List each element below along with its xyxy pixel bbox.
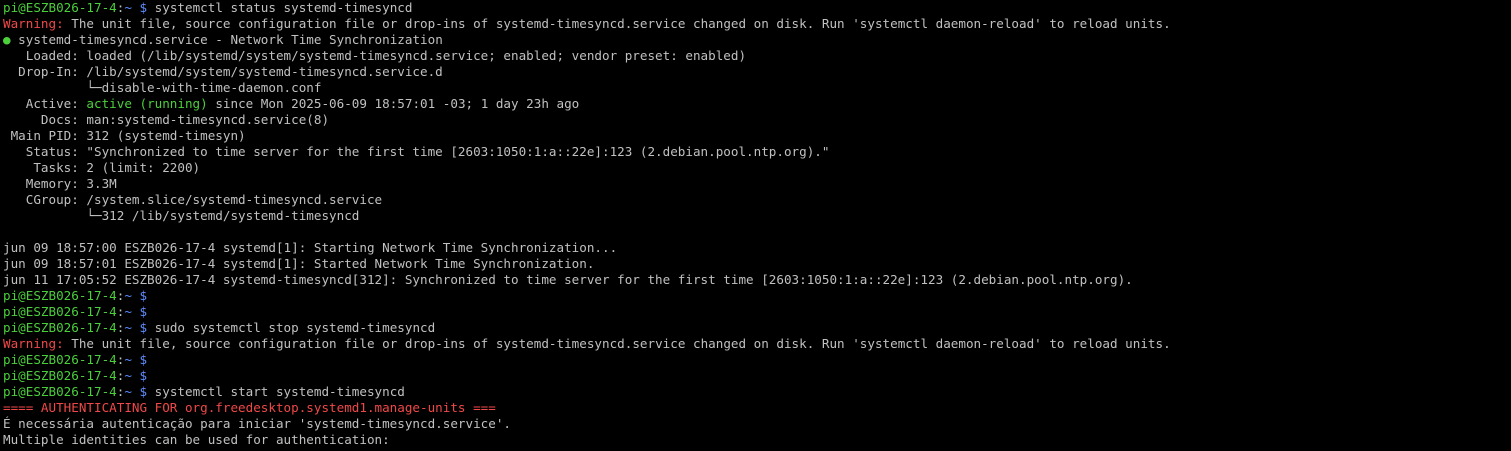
terminal-line: └─312 /lib/systemd/systemd-timesyncd xyxy=(3,208,1511,224)
terminal-line: Docs: man:systemd-timesyncd.service(8) xyxy=(3,112,1511,128)
status-dot-icon: ● xyxy=(3,32,11,47)
output-text: Tasks: 2 (limit: 2200) xyxy=(3,160,201,175)
prompt-path: ~ $ xyxy=(124,0,148,15)
prompt-user-host: pi@ESZB026-17-4 xyxy=(3,368,117,383)
output-text: Status: "Synchronized to time server for… xyxy=(3,144,830,159)
warning-label: Warning: xyxy=(3,16,64,31)
terminal-line: Loaded: loaded (/lib/systemd/system/syst… xyxy=(3,48,1511,64)
output-text: Docs: man:systemd-timesyncd.service(8) xyxy=(3,112,330,127)
terminal-line: Tasks: 2 (limit: 2200) xyxy=(3,160,1511,176)
output-text: since Mon 2025-06-09 18:57:01 -03; 1 day… xyxy=(207,96,580,111)
prompt-path: ~ $ xyxy=(124,384,148,399)
warning-text: ==== AUTHENTICATING FOR org.freedesktop.… xyxy=(3,400,496,415)
output-text: jun 09 18:57:01 ESZB026-17-4 systemd[1]:… xyxy=(3,256,595,271)
prompt-user-host: pi@ESZB026-17-4 xyxy=(3,384,117,399)
terminal-line: jun 09 18:57:01 ESZB026-17-4 systemd[1]:… xyxy=(3,256,1511,272)
output-text: jun 11 17:05:52 ESZB026-17-4 systemd-tim… xyxy=(3,272,1133,287)
output-text: Loaded: loaded (/lib/systemd/system/syst… xyxy=(3,48,747,63)
output-text: Main PID: 312 (systemd-timesyn) xyxy=(3,128,246,143)
warning-label: Warning: xyxy=(3,336,64,351)
output-text: The unit file, source configuration file… xyxy=(63,16,1171,31)
output-text: └─disable-with-time-daemon.conf xyxy=(3,80,322,95)
output-text: CGroup: /system.slice/systemd-timesyncd.… xyxy=(3,192,383,207)
output-text: Memory: 3.3M xyxy=(3,176,117,191)
output-text: Multiple identities can be used for auth… xyxy=(3,432,390,447)
terminal-line: Memory: 3.3M xyxy=(3,176,1511,192)
terminal-line: Warning: The unit file, source configura… xyxy=(3,16,1511,32)
terminal-line: pi@ESZB026-17-4:~ $ xyxy=(3,352,1511,368)
terminal-line: jun 09 18:57:00 ESZB026-17-4 systemd[1]:… xyxy=(3,240,1511,256)
output-text: systemctl start systemd-timesyncd xyxy=(147,384,405,399)
prompt-path: ~ $ xyxy=(124,368,148,383)
output-text: └─312 /lib/systemd/systemd-timesyncd xyxy=(3,208,360,223)
prompt-user-host: pi@ESZB026-17-4 xyxy=(3,304,117,319)
output-text: systemctl status systemd-timesyncd xyxy=(147,0,413,15)
output-text: Drop-In: /lib/systemd/system/systemd-tim… xyxy=(3,64,443,79)
output-text: sudo systemctl stop systemd-timesyncd xyxy=(147,320,436,335)
terminal-line: Active: active (running) since Mon 2025-… xyxy=(3,96,1511,112)
prompt-path: ~ $ xyxy=(124,320,148,335)
terminal-line: pi@ESZB026-17-4:~ $ xyxy=(3,368,1511,384)
prompt-user-host: pi@ESZB026-17-4 xyxy=(3,288,117,303)
prompt-path: ~ $ xyxy=(124,288,148,303)
terminal-line: pi@ESZB026-17-4:~ $ sudo systemctl stop … xyxy=(3,320,1511,336)
output-text: Active: xyxy=(3,96,87,111)
terminal-line: Status: "Synchronized to time server for… xyxy=(3,144,1511,160)
terminal-line: É necessária autenticação para iniciar '… xyxy=(3,416,1511,432)
output-text: É necessária autenticação para iniciar '… xyxy=(3,416,511,431)
terminal-line: pi@ESZB026-17-4:~ $ xyxy=(3,304,1511,320)
terminal-line: Main PID: 312 (systemd-timesyn) xyxy=(3,128,1511,144)
terminal-line: pi@ESZB026-17-4:~ $ systemctl start syst… xyxy=(3,384,1511,400)
terminal-line: └─disable-with-time-daemon.conf xyxy=(3,80,1511,96)
terminal-line: Warning: The unit file, source configura… xyxy=(3,336,1511,352)
terminal-line: ==== AUTHENTICATING FOR org.freedesktop.… xyxy=(3,400,1511,416)
green-text: active (running) xyxy=(86,96,208,111)
terminal-line: ● systemd-timesyncd.service - Network Ti… xyxy=(3,32,1511,48)
terminal-line: pi@ESZB026-17-4:~ $ xyxy=(3,288,1511,304)
output-text: systemd-timesyncd.service - Network Time… xyxy=(10,32,443,47)
prompt-path: ~ $ xyxy=(124,352,148,367)
output-text: jun 09 18:57:00 ESZB026-17-4 systemd[1]:… xyxy=(3,240,618,255)
prompt-user-host: pi@ESZB026-17-4 xyxy=(3,0,117,15)
output-text: The unit file, source configuration file… xyxy=(63,336,1171,351)
terminal-window[interactable]: pi@ESZB026-17-4:~ $ systemctl status sys… xyxy=(0,0,1511,451)
terminal-line: pi@ESZB026-17-4:~ $ systemctl status sys… xyxy=(3,0,1511,16)
terminal-line: Multiple identities can be used for auth… xyxy=(3,432,1511,448)
terminal-line: CGroup: /system.slice/systemd-timesyncd.… xyxy=(3,192,1511,208)
prompt-user-host: pi@ESZB026-17-4 xyxy=(3,352,117,367)
prompt-path: ~ $ xyxy=(124,304,148,319)
terminal-line: Drop-In: /lib/systemd/system/systemd-tim… xyxy=(3,64,1511,80)
prompt-user-host: pi@ESZB026-17-4 xyxy=(3,320,117,335)
terminal-line: jun 11 17:05:52 ESZB026-17-4 systemd-tim… xyxy=(3,272,1511,288)
